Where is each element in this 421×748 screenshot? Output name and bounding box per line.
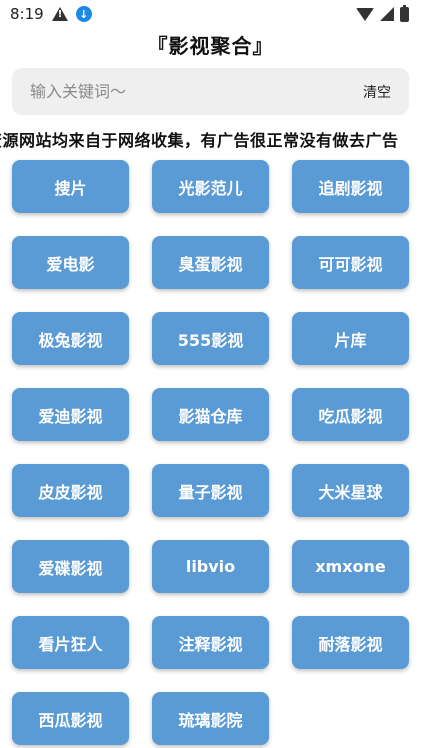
status-right (356, 4, 409, 22)
notice-banner: 资源网站均来自于网络收集，有广告很正常没有做去广告 (0, 127, 421, 149)
site-button[interactable]: 光影范儿 (152, 160, 269, 213)
site-button[interactable]: 大米星球 (292, 464, 409, 517)
site-button[interactable]: 琉璃影院 (152, 692, 269, 745)
site-button[interactable]: 555影视 (152, 312, 269, 365)
site-button[interactable]: libvio (152, 540, 269, 593)
site-button[interactable]: 可可影视 (292, 236, 409, 289)
status-bar: 8:19 ↓ (0, 0, 421, 28)
site-button[interactable]: 搜片 (12, 160, 129, 213)
site-button[interactable]: 片库 (292, 312, 409, 365)
site-button[interactable]: 爱迪影视 (12, 388, 129, 441)
signal-icon (380, 7, 394, 21)
page-title: 『影视聚合』 (147, 34, 274, 58)
status-time: 8:19 (10, 5, 44, 23)
site-button[interactable]: 皮皮影视 (12, 464, 129, 517)
site-button[interactable]: 极兔影视 (12, 312, 129, 365)
battery-icon (400, 4, 409, 22)
site-button[interactable]: 爱碟影视 (12, 540, 129, 593)
site-button[interactable]: 追剧影视 (292, 160, 409, 213)
search-box: 清空 (12, 68, 409, 115)
site-button[interactable]: 注释影视 (152, 616, 269, 669)
search-input[interactable] (30, 82, 363, 101)
site-grid: 搜片 光影范儿 追剧影视 爱电影 臭蛋影视 可可影视 极兔影视 555影视 片库… (12, 160, 409, 745)
site-button[interactable]: xmxone (292, 540, 409, 593)
site-button[interactable]: 吃瓜影视 (292, 388, 409, 441)
status-left: 8:19 ↓ (10, 5, 92, 23)
site-button[interactable]: 臭蛋影视 (152, 236, 269, 289)
clear-button[interactable]: 清空 (363, 82, 391, 102)
site-button[interactable]: 西瓜影视 (12, 692, 129, 745)
warning-icon (51, 7, 68, 21)
wifi-icon (356, 7, 374, 21)
download-icon: ↓ (75, 6, 92, 22)
notice-text: 资源网站均来自于网络收集，有广告很正常没有做去广告 (0, 131, 399, 149)
site-button[interactable]: 看片狂人 (12, 616, 129, 669)
site-button[interactable]: 量子影视 (152, 464, 269, 517)
site-button[interactable]: 爱电影 (12, 236, 129, 289)
site-button[interactable]: 耐落影视 (292, 616, 409, 669)
site-button[interactable]: 影猫仓库 (152, 388, 269, 441)
